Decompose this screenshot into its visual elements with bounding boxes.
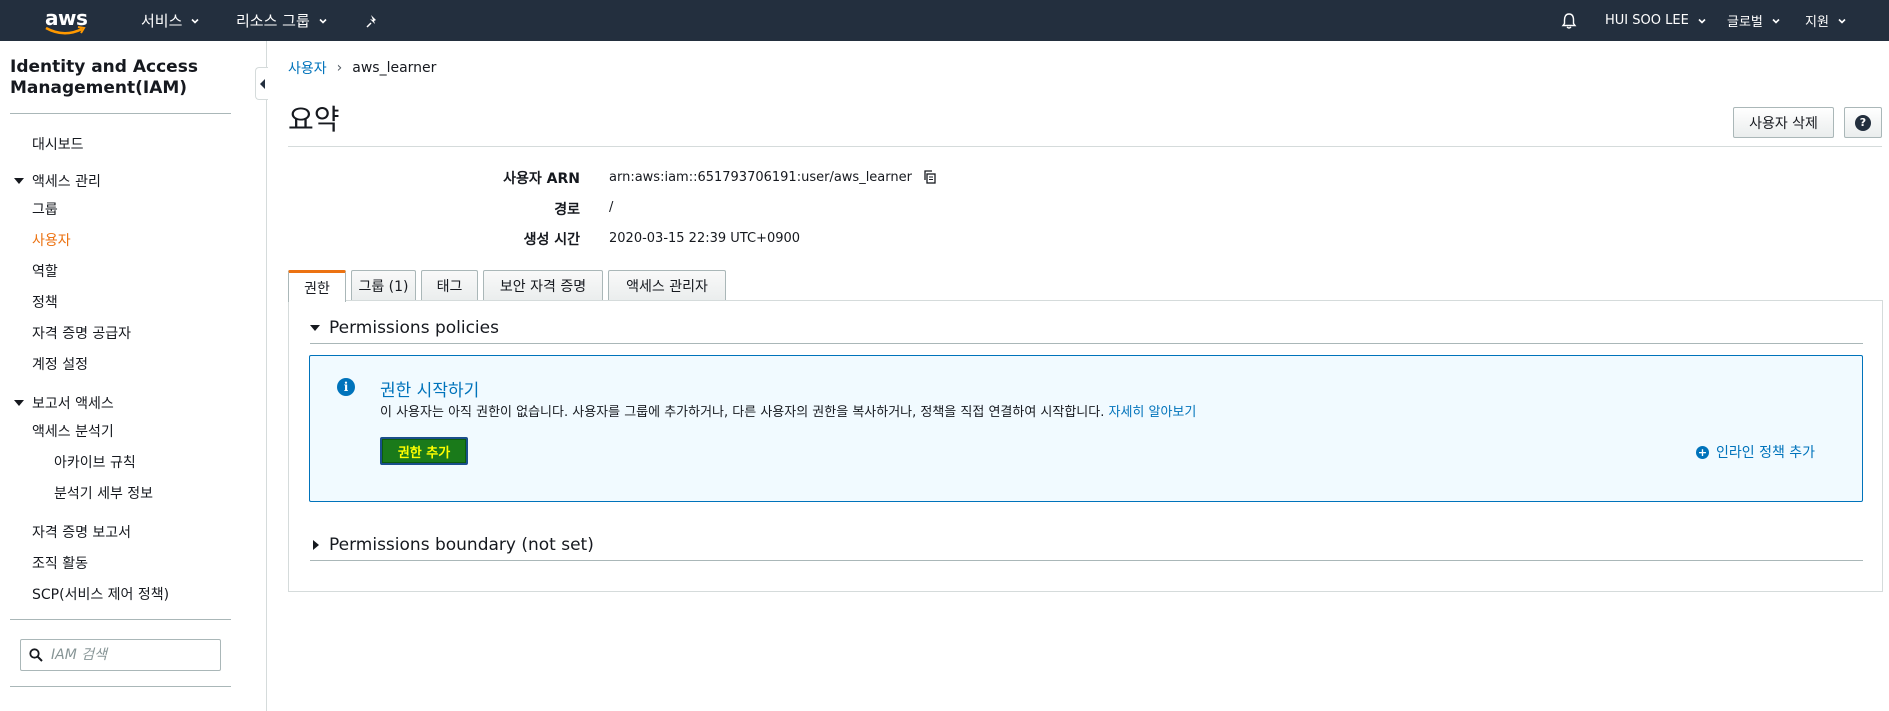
breadcrumb: 사용자 › aws_learner <box>288 58 436 78</box>
info-icon: i <box>337 378 355 396</box>
title-divider <box>288 146 1882 147</box>
add-inline-policy-label: 인라인 정책 추가 <box>1716 445 1816 461</box>
chevron-down-icon <box>1838 18 1846 24</box>
sidebar-item-users[interactable]: 사용자 <box>32 230 71 250</box>
help-button[interactable]: ? <box>1844 107 1882 138</box>
top-navigation-bar: aws 서비스 리소스 그룹 HUI SOO LEE 글로벌 지원 <box>0 0 1889 41</box>
section-divider <box>310 560 1863 561</box>
iam-search-box[interactable] <box>20 639 221 671</box>
sidebar-title: Identity and Access Management(IAM) <box>10 57 198 98</box>
user-account-label: HUI SOO LEE <box>1605 13 1689 28</box>
sidebar-item-policies[interactable]: 정책 <box>32 292 58 312</box>
collapse-sidebar-button[interactable] <box>255 67 268 100</box>
copy-icon[interactable] <box>922 169 938 185</box>
caret-left-icon <box>259 78 265 89</box>
getting-started-info-box: i 권한 시작하기 이 사용자는 아직 권한이 없습니다. 사용자를 그룹에 추… <box>309 355 1863 502</box>
sidebar-item-archive-rules[interactable]: 아카이브 규칙 <box>54 452 136 472</box>
tab-bar: 권한 그룹 (1) 태그 보안 자격 증명 액세스 관리자 <box>288 270 731 302</box>
user-arn-text: arn:aws:iam::651793706191:user/aws_learn… <box>609 169 912 185</box>
permissions-boundary-header[interactable]: Permissions boundary (not set) <box>310 535 594 555</box>
tab-security-credentials[interactable]: 보안 자격 증명 <box>483 270 603 301</box>
add-permissions-button[interactable]: 권한 추가 <box>380 437 468 465</box>
chevron-down-icon <box>191 18 199 24</box>
user-arn-value: arn:aws:iam::651793706191:user/aws_learn… <box>609 169 938 185</box>
iam-search-input[interactable] <box>51 647 211 663</box>
services-menu[interactable]: 서비스 <box>141 0 199 41</box>
plus-circle-icon: + <box>1696 445 1709 459</box>
aws-smile-icon <box>45 26 86 35</box>
info-text: 이 사용자는 아직 권한이 없습니다. 사용자를 그룹에 추가하거나, 다른 사… <box>380 401 1196 420</box>
caret-down-icon <box>14 400 24 406</box>
user-account-menu[interactable]: HUI SOO LEE <box>1605 0 1706 41</box>
search-icon <box>29 648 43 662</box>
sidebar-item-access-analyzer[interactable]: 액세스 분석기 <box>32 421 114 441</box>
resource-groups-menu[interactable]: 리소스 그룹 <box>236 0 327 41</box>
chevron-down-icon <box>1698 18 1706 24</box>
permissions-policies-header[interactable]: Permissions policies <box>310 318 499 338</box>
info-description: 이 사용자는 아직 권한이 없습니다. 사용자를 그룹에 추가하거나, 다른 사… <box>380 405 1105 420</box>
creation-time-label: 생성 시간 <box>523 232 580 248</box>
sidebar-item-roles[interactable]: 역할 <box>32 261 58 281</box>
creation-time-value: 2020-03-15 22:39 UTC+0900 <box>609 231 801 246</box>
permissions-policies-title: Permissions policies <box>329 318 499 338</box>
sidebar-divider <box>10 619 231 620</box>
add-inline-policy-link[interactable]: + 인라인 정책 추가 <box>1696 442 1815 462</box>
learn-more-link[interactable]: 자세히 알아보기 <box>1109 405 1197 420</box>
caret-down-icon <box>14 178 24 184</box>
sidebar-section-access-reports[interactable]: 보고서 액세스 <box>14 393 114 413</box>
support-menu[interactable]: 지원 <box>1805 0 1846 41</box>
tab-permissions[interactable]: 권한 <box>288 270 346 302</box>
sidebar-divider <box>10 113 231 114</box>
sidebar-item-identity-providers[interactable]: 자격 증명 공급자 <box>32 323 131 343</box>
sidebar-item-organization-activity[interactable]: 조직 활동 <box>32 553 88 573</box>
sidebar-item-groups[interactable]: 그룹 <box>32 199 58 219</box>
aws-logo[interactable]: aws <box>42 6 90 36</box>
notifications-bell-icon[interactable] <box>1560 12 1578 30</box>
sidebar-section-label: 액세스 관리 <box>32 174 101 190</box>
resource-groups-label: 리소스 그룹 <box>236 12 310 30</box>
breadcrumb-separator-icon: › <box>336 60 343 76</box>
sidebar-divider <box>10 686 231 687</box>
sidebar-item-credential-report[interactable]: 자격 증명 보고서 <box>32 522 131 542</box>
user-arn-label: 사용자 ARN <box>503 171 580 187</box>
region-menu[interactable]: 글로벌 <box>1727 0 1780 41</box>
sidebar-section-label: 보고서 액세스 <box>32 396 114 412</box>
breadcrumb-users-link[interactable]: 사용자 <box>288 58 327 78</box>
sidebar-item-scp[interactable]: SCP(서비스 제어 정책) <box>32 584 169 604</box>
caret-down-icon <box>310 325 320 331</box>
tab-access-advisor[interactable]: 액세스 관리자 <box>608 270 726 301</box>
help-icon: ? <box>1855 114 1871 131</box>
chevron-down-icon <box>319 18 327 24</box>
tab-groups[interactable]: 그룹 (1) <box>351 270 416 301</box>
tab-tags[interactable]: 태그 <box>421 270 478 301</box>
page-title: 요약 <box>288 103 340 136</box>
caret-right-icon <box>313 540 319 550</box>
path-label: 경로 <box>554 202 580 218</box>
info-title: 권한 시작하기 <box>380 381 480 401</box>
path-value: / <box>609 200 614 215</box>
sidebar-item-account-settings[interactable]: 계정 설정 <box>32 354 88 374</box>
sidebar-section-access-management[interactable]: 액세스 관리 <box>14 171 101 191</box>
region-label: 글로벌 <box>1727 15 1763 30</box>
pin-icon <box>366 14 376 28</box>
sidebar-item-dashboard[interactable]: 대시보드 <box>32 134 84 154</box>
section-divider <box>310 343 1863 344</box>
sidebar-item-analyzer-details[interactable]: 분석기 세부 정보 <box>54 483 153 503</box>
pin-button[interactable] <box>366 0 380 41</box>
delete-user-button[interactable]: 사용자 삭제 <box>1733 107 1834 138</box>
services-label: 서비스 <box>141 12 183 30</box>
support-label: 지원 <box>1805 15 1829 30</box>
chevron-down-icon <box>1772 18 1780 24</box>
breadcrumb-current: aws_learner <box>352 60 437 76</box>
sidebar: Identity and Access Management(IAM) 대시보드… <box>0 41 267 711</box>
permissions-boundary-title: Permissions boundary (not set) <box>329 535 594 555</box>
